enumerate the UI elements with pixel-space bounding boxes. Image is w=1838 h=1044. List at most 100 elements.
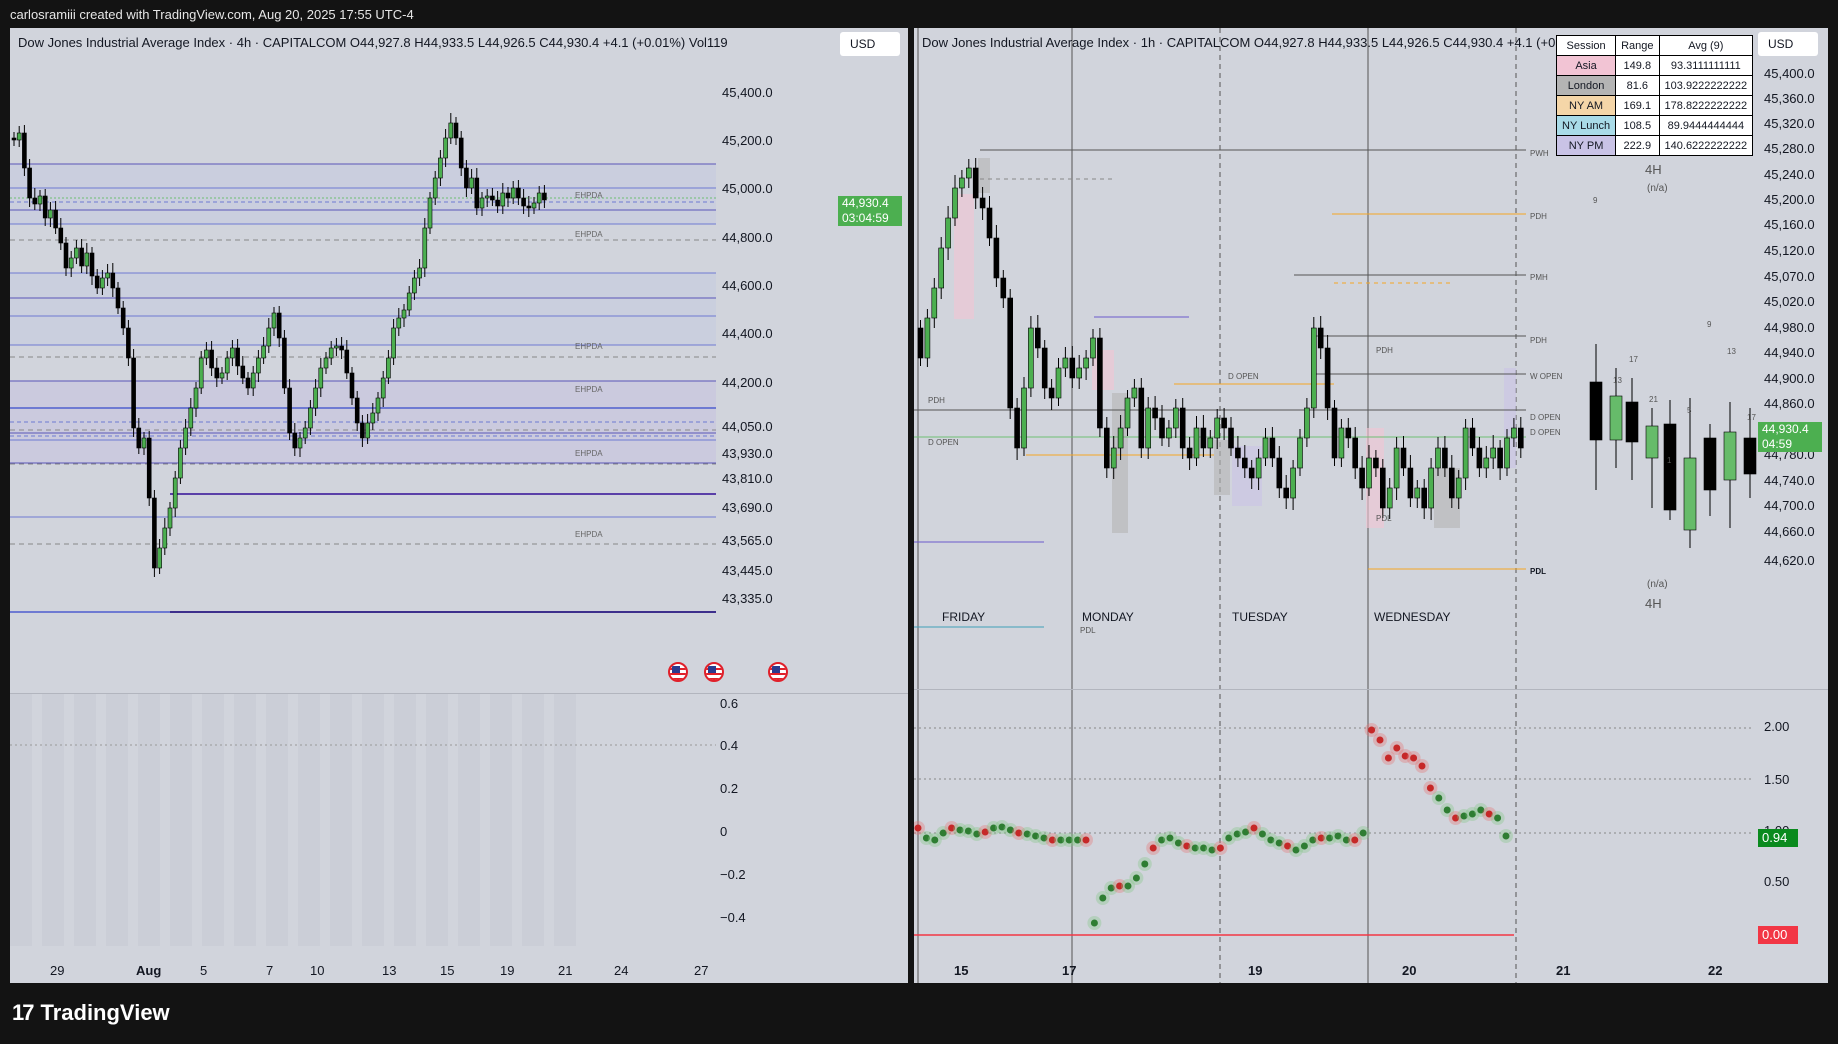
candle-body [495,199,500,207]
session-stats-table: Session Range Avg (9) Asia 149.8 93.311111111… [1555,35,1754,156]
candle-body [536,192,542,204]
day-label-wednesday: WEDNESDAY [1374,610,1451,624]
candle-body [448,122,454,139]
osc-point [931,836,939,844]
candle-body [110,272,116,289]
candle-body [183,427,188,449]
candle-body [1186,447,1193,459]
left-pane-separator[interactable] [10,693,908,694]
candle-body [354,397,360,424]
left-candlestick-plot[interactable]: EHPDA EHPDA EHPDA EHPDA EHPDA EHPDA [10,28,908,983]
right-symbol-legend: Dow Jones Industrial Average Index · 1h … [922,35,1632,50]
candle-body [167,507,173,529]
price-tick: 44,940.0 [1764,345,1815,360]
candle-body [531,202,537,209]
candle-body [1483,457,1490,469]
price-tick: 45,120.0 [1764,243,1815,258]
session-cell: 140.6222222222 [1658,135,1754,156]
candle-body [282,337,287,389]
osc-bar [458,694,480,946]
candle-body [1407,467,1414,499]
htf-count: 13 [1727,347,1736,356]
candle-body [458,137,464,169]
right-pane-separator[interactable] [914,689,1828,690]
candle-body [141,437,147,449]
candle-body [1035,327,1041,349]
osc-bar [234,694,256,946]
session-box [978,158,990,193]
candle-body [1090,337,1096,359]
htf-candle [1663,423,1677,511]
session-cell: NY AM [1555,95,1617,116]
right-candlestick-plot[interactable]: 91317211591317 [914,28,1828,983]
left-currency-button[interactable]: USD [840,32,900,56]
osc-point [1393,744,1401,752]
osc-point [1368,726,1376,734]
date-tick: 5 [200,963,208,978]
candle-body [1317,327,1324,349]
session-row: NY PM 222.9 140.6222222222 [1555,135,1754,156]
session-cell: 93.3111111111 [1658,55,1754,76]
osc-point [1141,860,1149,868]
htf-na-bottom: (n/a) [1647,579,1668,590]
right-currency-button[interactable]: USD [1758,32,1818,56]
candle-body [344,349,350,374]
price-tick: 44,980.0 [1764,320,1815,335]
pdh-label: PDH [1530,212,1547,221]
candle-body [396,317,402,329]
left-chart-pane[interactable]: EHPDA EHPDA EHPDA EHPDA EHPDA EHPDA Dow Jones… [10,28,908,983]
candle-body [959,177,965,189]
candle-body [1331,407,1338,459]
osc-point [1418,762,1426,770]
candle-body [1166,427,1172,439]
candle-body [1359,467,1365,489]
right-chart-pane[interactable]: 9 13 17 21 1 5 9 13 17 Dow Jones Industrial Aver… [914,28,1828,983]
osc-tick: 0.6 [720,696,739,711]
price-tick: 45,160.0 [1764,217,1815,232]
pmh-label: PMH [1530,273,1548,282]
candle-body [1366,457,1372,489]
session-row: London 81.6 103.9222222222 [1555,75,1754,96]
htf-count: 9 [1707,320,1712,329]
osc-bar [170,694,192,946]
osc-tick: −0.2 [720,867,746,882]
price-tick: 45,020.0 [1764,294,1815,309]
session-table-header: Session Range Avg (9) [1555,35,1754,56]
candle-body [48,209,53,219]
candle-body [917,327,924,359]
candle-body [297,437,303,449]
day-label-friday: FRIDAY [942,610,986,624]
candle-body [1379,467,1386,509]
candle-body [74,247,79,259]
price-tick: 43,690.0 [722,500,773,515]
candle-body [438,157,443,179]
osc-point [1384,754,1392,762]
premium-band [10,164,716,224]
price-tick: 45,320.0 [1764,116,1815,131]
candle-body [53,209,58,229]
htf-count: 17 [1629,355,1638,364]
candle-body [479,197,485,209]
us-flag-icon[interactable] [668,662,688,682]
candle-body [1386,487,1393,509]
candle-body [63,242,69,269]
date-tick: 15 [954,963,969,978]
candle-body [365,422,370,439]
osc-tick: 1.50 [1764,772,1790,787]
candle-body [1172,407,1179,429]
osc-bar [394,694,416,946]
osc-bar [106,694,128,946]
tradingview-logo[interactable]: 17 TradingView [12,1000,170,1026]
candle-body [193,387,199,409]
candle-body [1304,407,1310,439]
candle-body [391,327,396,359]
candle-body [972,167,979,199]
candle-body [1497,447,1503,469]
us-flag-icon[interactable] [704,662,724,682]
osc-point [1502,832,1510,840]
us-flag-icon[interactable] [768,662,788,682]
candle-body [993,237,1000,279]
osc-bar [522,694,544,946]
candle-body [1400,447,1407,469]
osc-point [1359,829,1367,837]
